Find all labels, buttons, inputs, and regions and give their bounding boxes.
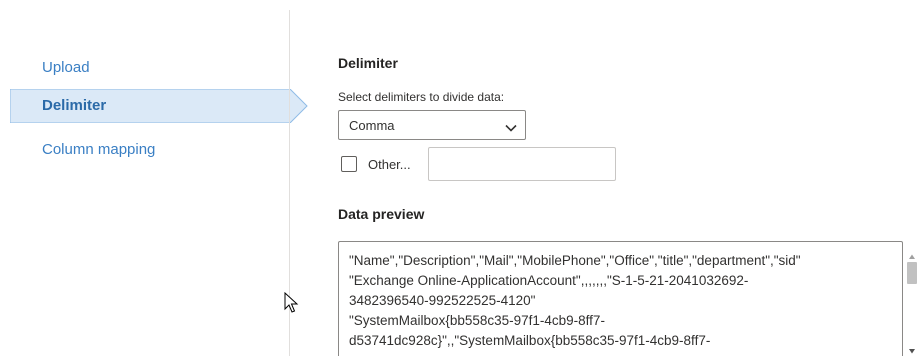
scroll-down-icon[interactable] <box>908 342 916 354</box>
other-delimiter-input[interactable] <box>428 147 616 181</box>
nav-step-delimiter[interactable]: Delimiter <box>0 89 288 123</box>
preview-line: 3482396540-992522525-4120" <box>349 293 536 308</box>
delimiter-panel: Delimiter Select delimiters to divide da… <box>338 0 923 356</box>
delimiter-select[interactable]: Comma <box>338 110 526 140</box>
mouse-cursor-icon <box>284 291 300 314</box>
delimiter-instruction: Select delimiters to divide data: <box>338 90 505 104</box>
other-delimiter-label[interactable]: Other... <box>368 157 411 172</box>
data-preview-text: "Name","Description","Mail","MobilePhone… <box>349 251 889 351</box>
preview-line: "Exchange Online-ApplicationAccount",,,,… <box>349 273 749 288</box>
import-wizard: Upload Delimiter Column mapping Delimite… <box>0 0 923 356</box>
nav-step-column-mapping[interactable]: Column mapping <box>0 133 288 167</box>
preview-line: d53741dc928c}",,"SystemMailbox{bb558c35-… <box>349 333 711 348</box>
other-delimiter-checkbox[interactable] <box>341 156 357 172</box>
preview-scrollbar[interactable] <box>906 248 918 356</box>
delimiter-select-value: Comma <box>349 118 395 133</box>
preview-line: "SystemMailbox{bb558c35-97f1-4cb9-8ff7- <box>349 313 605 328</box>
scroll-up-icon[interactable] <box>908 248 916 259</box>
data-preview-box[interactable]: "Name","Description","Mail","MobilePhone… <box>338 241 903 356</box>
delimiter-heading: Delimiter <box>338 55 398 71</box>
preview-line: "Name","Description","Mail","MobilePhone… <box>349 253 801 268</box>
nav-step-upload[interactable]: Upload <box>0 51 288 85</box>
chevron-down-icon <box>505 120 517 132</box>
scroll-thumb[interactable] <box>907 262 917 284</box>
data-preview-heading: Data preview <box>338 206 425 222</box>
wizard-nav: Upload Delimiter Column mapping <box>0 0 308 356</box>
